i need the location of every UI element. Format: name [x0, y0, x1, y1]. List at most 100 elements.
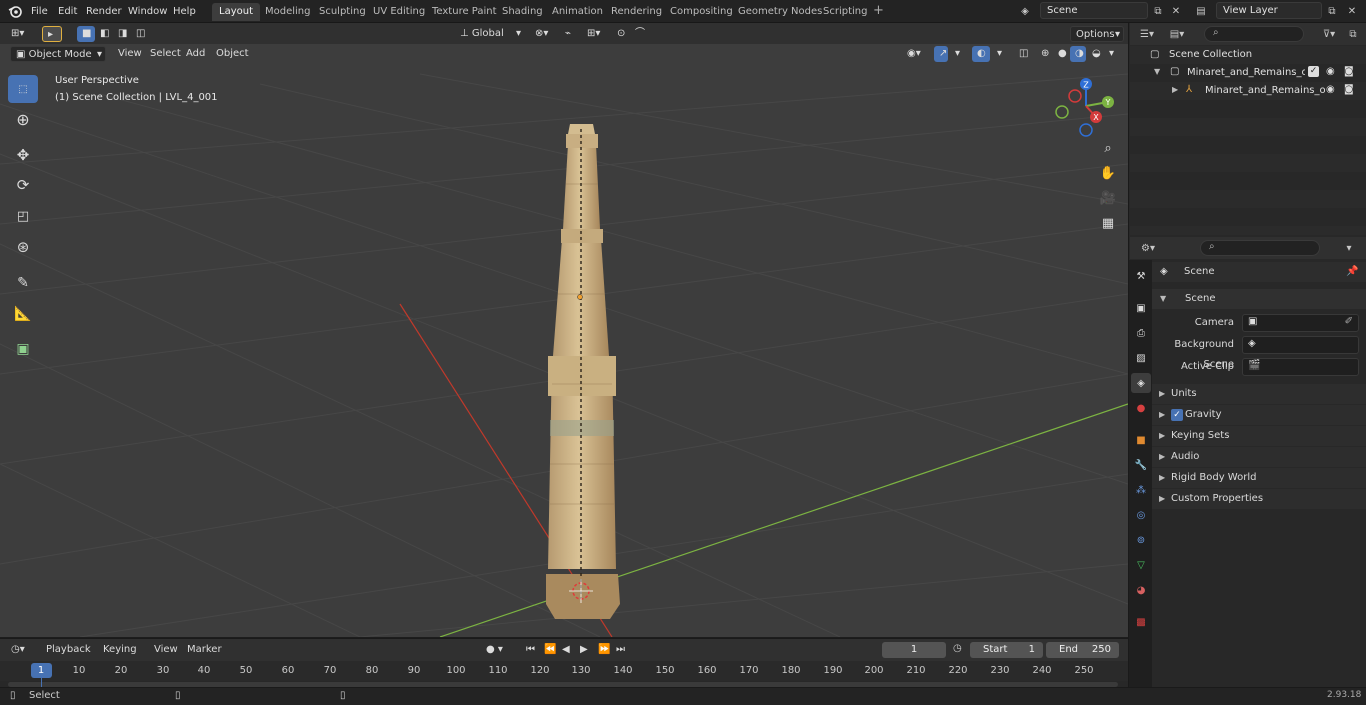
menu-edit[interactable]: Edit: [58, 4, 77, 19]
rotate-tool[interactable]: ⟳: [8, 171, 38, 199]
select-tool-icon[interactable]: ▸: [42, 26, 62, 42]
outliner-search-input[interactable]: ⌕: [1204, 26, 1304, 42]
scale-tool[interactable]: ◰: [8, 202, 38, 230]
render-tab-icon[interactable]: ▣: [1131, 298, 1151, 318]
jump-start-icon[interactable]: ⏮: [521, 642, 537, 658]
jump-end-icon[interactable]: ⏭: [611, 642, 627, 658]
pin-icon[interactable]: 📌: [1346, 262, 1358, 282]
editor-type-icon[interactable]: ⊞▾: [6, 26, 34, 42]
select-box-tool[interactable]: ⬚: [8, 75, 38, 103]
tab-rendering[interactable]: Rendering: [604, 3, 669, 21]
add-cube-tool[interactable]: ▣: [8, 335, 38, 363]
measure-tool[interactable]: 📐: [8, 300, 38, 328]
view-layer-tab-icon[interactable]: ▨: [1131, 348, 1151, 368]
scene-field[interactable]: Scene: [1040, 2, 1148, 19]
timeline-editor-icon[interactable]: ◷▾: [6, 642, 36, 658]
view-layer-browse-icon[interactable]: ▤: [1189, 2, 1213, 20]
end-frame-field[interactable]: End 250: [1046, 642, 1119, 658]
tab-sculpting[interactable]: Sculpting: [312, 3, 373, 21]
3d-viewport[interactable]: Z Y X User Perspective (1) Scene Collect…: [0, 44, 1128, 637]
rigid-body-world-panel[interactable]: ▶ Rigid Body World: [1152, 468, 1366, 488]
blender-logo-icon[interactable]: [8, 4, 22, 18]
snap-toggle-icon[interactable]: ⌁: [560, 26, 580, 42]
menu-select[interactable]: Select: [145, 46, 186, 62]
object-tab-icon[interactable]: ■: [1131, 430, 1151, 450]
scene-tab-icon[interactable]: ◈: [1131, 373, 1151, 393]
select-intersect-icon[interactable]: ◫: [131, 26, 149, 42]
gravity-checkbox[interactable]: ✓: [1171, 409, 1183, 421]
menu-render[interactable]: Render: [86, 4, 122, 19]
pivot-icon[interactable]: ⊗▾: [530, 26, 554, 42]
world-tab-icon[interactable]: ●: [1131, 398, 1151, 418]
menu-help[interactable]: Help: [173, 4, 196, 19]
filter-icon[interactable]: ⊽▾: [1316, 25, 1342, 43]
tab-geometry-nodes[interactable]: Geometry Nodes: [731, 3, 829, 21]
menu-object[interactable]: Object: [211, 46, 254, 62]
constraints-tab-icon[interactable]: ⊚: [1131, 530, 1151, 550]
rendered-shading-icon[interactable]: ◒: [1087, 46, 1103, 62]
play-icon[interactable]: ▶: [575, 642, 591, 658]
menu-window[interactable]: Window: [128, 4, 167, 19]
stopwatch-icon[interactable]: ◷: [953, 643, 962, 654]
record-icon[interactable]: ● ▾: [481, 642, 515, 658]
falloff-icon[interactable]: ⌒: [630, 26, 654, 42]
playback-menu[interactable]: Playback ▾: [41, 642, 96, 671]
overlay-dropdown-icon[interactable]: ▾: [992, 46, 1006, 62]
select-subtract-icon[interactable]: ◨: [113, 26, 131, 42]
eyedropper-icon[interactable]: ✐: [1345, 316, 1353, 327]
material-shading-icon[interactable]: ◑: [1070, 46, 1086, 62]
outliner-row-collection[interactable]: ▼ ▢ Minaret_and_Remains_of_Jam ✓ ◉ ◙: [1130, 64, 1366, 82]
menu-view[interactable]: View: [113, 46, 147, 62]
move-tool[interactable]: ✥: [8, 141, 38, 169]
eye-icon[interactable]: ◉: [1326, 66, 1335, 77]
tab-compositing[interactable]: Compositing: [663, 3, 740, 21]
current-frame-field[interactable]: 1: [882, 642, 946, 658]
tab-texture-paint[interactable]: Texture Paint: [425, 3, 504, 21]
next-keyframe-icon[interactable]: ⏩: [593, 642, 610, 658]
play-reverse-icon[interactable]: ◀: [557, 642, 573, 658]
scene-browse-icon[interactable]: ◈: [1013, 2, 1037, 20]
overlay-toggle-icon[interactable]: ◐: [972, 46, 990, 62]
camera-render-icon[interactable]: ◙: [1344, 84, 1354, 95]
scene-panel-header[interactable]: ▼ Scene: [1152, 289, 1366, 309]
tab-animation[interactable]: Animation: [545, 3, 610, 21]
cursor-tool[interactable]: ⊕: [8, 105, 38, 133]
outliner-row-root[interactable]: ▢ Scene Collection: [1130, 46, 1366, 64]
snap-target-icon[interactable]: ⊞▾: [582, 26, 606, 42]
new-collection-icon[interactable]: ⧉: [1344, 25, 1362, 43]
tab-shading[interactable]: Shading: [495, 3, 550, 21]
tab-layout[interactable]: Layout: [212, 3, 260, 21]
xray-toggle-icon[interactable]: ◫: [1014, 46, 1030, 62]
properties-options-icon[interactable]: ▾: [1340, 239, 1358, 257]
delete-scene-icon[interactable]: ✕: [1166, 2, 1186, 20]
material-tab-icon[interactable]: ◕: [1131, 580, 1151, 600]
units-panel[interactable]: ▶ Units: [1152, 384, 1366, 404]
select-extend-icon[interactable]: ◧: [95, 26, 113, 42]
delete-view-layer-icon[interactable]: ✕: [1342, 2, 1362, 20]
menu-file[interactable]: File: [31, 4, 48, 19]
new-view-layer-icon[interactable]: ⧉: [1322, 2, 1342, 20]
camera-render-icon[interactable]: ◙: [1344, 66, 1354, 77]
output-tab-icon[interactable]: ⎙: [1131, 323, 1151, 343]
add-workspace-icon[interactable]: +: [866, 3, 891, 21]
start-frame-field[interactable]: Start 1: [970, 642, 1043, 658]
new-scene-icon[interactable]: ⧉: [1148, 2, 1168, 20]
physics-tab-icon[interactable]: ◎: [1131, 505, 1151, 525]
expand-right-icon[interactable]: ▶: [1172, 85, 1178, 94]
display-mode-icon[interactable]: ▤▾: [1164, 25, 1190, 43]
shading-dropdown-icon[interactable]: ▾: [1104, 46, 1118, 62]
texture-tab-icon[interactable]: ▩: [1131, 612, 1151, 632]
camera-field[interactable]: ▣ ✐: [1242, 314, 1359, 332]
select-new-icon[interactable]: ■: [77, 26, 95, 42]
tab-uv-editing[interactable]: UV Editing: [366, 3, 432, 21]
tab-modeling[interactable]: Modeling: [258, 3, 318, 21]
tool-tab-icon[interactable]: ⚒: [1131, 266, 1151, 286]
gizmo-toggle-icon[interactable]: ↗: [934, 46, 948, 62]
exclude-checkbox[interactable]: ✓: [1308, 66, 1319, 77]
eye-icon[interactable]: ◉: [1326, 84, 1335, 95]
wireframe-shading-icon[interactable]: ⊕: [1036, 46, 1052, 62]
keying-menu[interactable]: Keying ▾: [98, 642, 146, 671]
properties-search-input[interactable]: ⌕: [1200, 240, 1320, 256]
menu-add[interactable]: Add: [181, 46, 210, 62]
zoom-icon[interactable]: ⌕: [1098, 141, 1118, 161]
